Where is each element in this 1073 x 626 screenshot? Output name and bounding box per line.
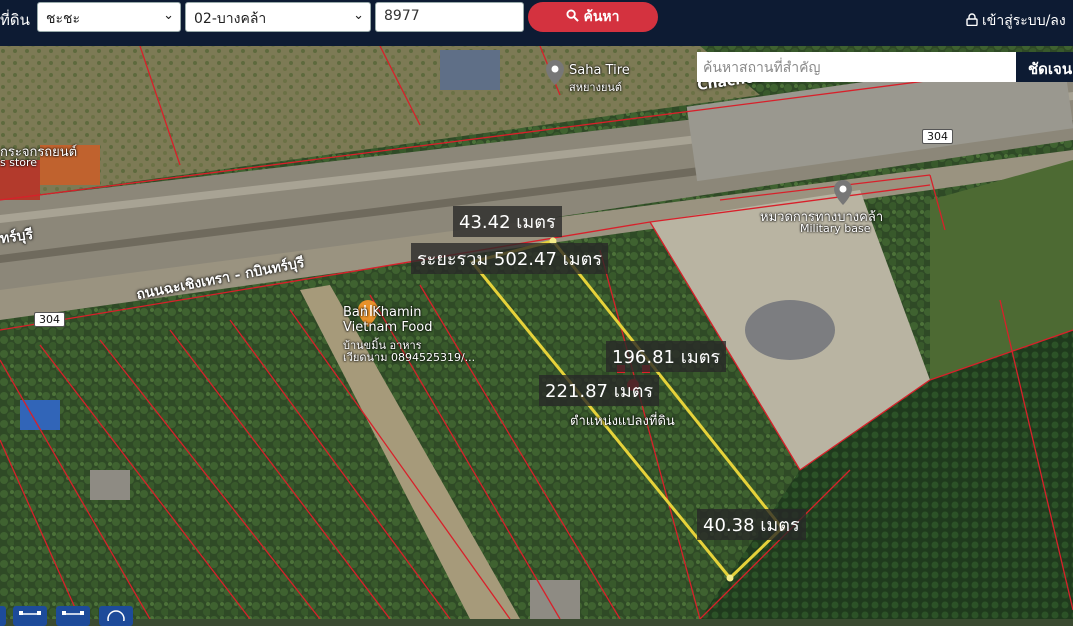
- poi-saha-tire[interactable]: Saha Tire: [569, 63, 630, 78]
- chevron-down-icon: ⌄: [353, 8, 364, 23]
- measure-right: 196.81 เมตร: [606, 341, 727, 372]
- province-value: ชะชะ: [46, 11, 81, 27]
- login-link[interactable]: เข้าสู่ระบบ/ลง: [966, 10, 1066, 32]
- measure-left: 221.87 เมตร: [539, 375, 660, 406]
- circle-tool-button[interactable]: [99, 606, 133, 626]
- parcel-marker-label: ตำแหน่งแปลงที่ดิน: [570, 414, 675, 429]
- road-label-fragment: ทร์บุรี: [0, 226, 35, 248]
- land-label: ที่ดิน: [0, 11, 30, 29]
- place-search-button[interactable]: ชัดเจน: [1016, 52, 1073, 82]
- top-bar: ที่ดิน ชะชะ ⌄ 02-บางคล้า ⌄ 8977 ค้นหา เข…: [0, 0, 1073, 46]
- area-tool-button[interactable]: [56, 606, 90, 626]
- poi-saha-tire-th: สหยางยนต์: [569, 81, 623, 94]
- measure-tool-button[interactable]: [13, 606, 47, 626]
- poi-store-en: s store: [0, 156, 38, 169]
- chevron-down-icon: ⌄: [163, 8, 174, 23]
- search-icon: [566, 9, 580, 22]
- place-search-input[interactable]: ค้นหาสถานที่สำคัญ: [697, 52, 1016, 82]
- lock-icon: [966, 13, 978, 27]
- measure-total: ระยะรวม 502.47 เมตร: [411, 243, 608, 274]
- measure-bottom: 40.38 เมตร: [697, 509, 806, 540]
- search-button-label: ค้นหา: [583, 9, 620, 25]
- poi-restaurant-phone: เวียดนาม 0894525319/...: [343, 351, 476, 364]
- poi-restaurant-line1[interactable]: Ban Khamin: [343, 305, 422, 320]
- search-button[interactable]: ค้นหา: [528, 2, 658, 32]
- map-canvas[interactable]: Saha Tire สหยางยนต์ หมวดการทางบางคล้า Mi…: [0, 46, 1073, 619]
- login-label: เข้าสู่ระบบ/ลง: [982, 13, 1066, 29]
- route-shield: 304: [34, 312, 65, 327]
- poi-military-en: Military base: [800, 222, 871, 235]
- tool-button[interactable]: [0, 606, 6, 626]
- district-select[interactable]: 02-บางคล้า ⌄: [185, 2, 371, 32]
- parcel-number-input[interactable]: 8977: [375, 2, 524, 32]
- province-select[interactable]: ชะชะ ⌄: [37, 2, 181, 32]
- satellite-imagery: [0, 46, 1073, 619]
- poi-restaurant-line2: Vietnam Food: [343, 320, 433, 335]
- route-shield: 304: [922, 129, 953, 144]
- measure-top: 43.42 เมตร: [453, 206, 562, 237]
- district-value: 02-บางคล้า: [194, 11, 267, 27]
